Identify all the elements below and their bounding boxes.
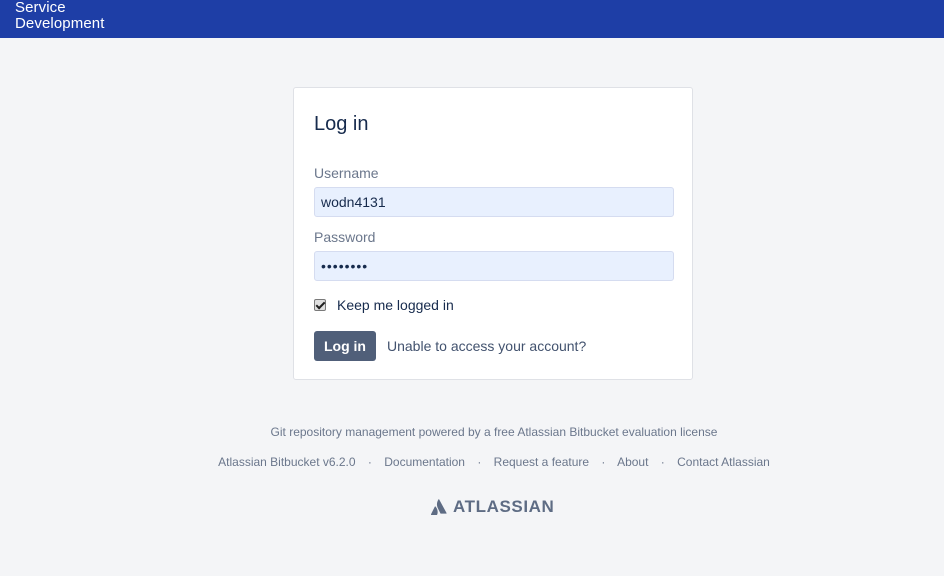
login-card: Log in Username Password Keep me logged …: [293, 87, 693, 380]
version-link[interactable]: Atlassian Bitbucket v6.2.0: [218, 455, 355, 469]
footer-separator: ·: [601, 455, 606, 469]
footer-separator: ·: [477, 455, 482, 469]
login-title: Log in: [314, 113, 369, 135]
keep-logged-in-label[interactable]: Keep me logged in: [337, 297, 454, 313]
footer-separator: ·: [367, 455, 372, 469]
keep-logged-in-row: Keep me logged in: [314, 297, 454, 313]
top-header-bar: Service Development: [0, 0, 944, 38]
password-label: Password: [314, 229, 376, 245]
request-feature-link[interactable]: Request a feature: [494, 455, 589, 469]
contact-atlassian-link[interactable]: Contact Atlassian: [677, 455, 770, 469]
documentation-link[interactable]: Documentation: [384, 455, 465, 469]
atlassian-mark-icon: [431, 499, 447, 515]
brand-line-1: Service: [15, 0, 66, 16]
atlassian-logo[interactable]: ATLASSIAN: [431, 497, 554, 517]
brand-line-2: Development: [15, 15, 105, 32]
keep-logged-in-checkbox[interactable]: [314, 299, 326, 311]
brand-logo-link[interactable]: Service Development: [15, 0, 104, 32]
about-link[interactable]: About: [617, 455, 648, 469]
footer-separator: ·: [660, 455, 665, 469]
footer-links: Atlassian Bitbucket v6.2.0 · Documentati…: [0, 455, 944, 469]
password-input[interactable]: [314, 251, 674, 281]
atlassian-wordmark: ATLASSIAN: [453, 497, 555, 516]
unable-to-access-link[interactable]: Unable to access your account?: [387, 338, 586, 354]
username-input[interactable]: [314, 187, 674, 217]
license-text: Git repository management powered by a f…: [270, 425, 718, 439]
username-label: Username: [314, 165, 379, 181]
login-button[interactable]: Log in: [314, 331, 376, 361]
